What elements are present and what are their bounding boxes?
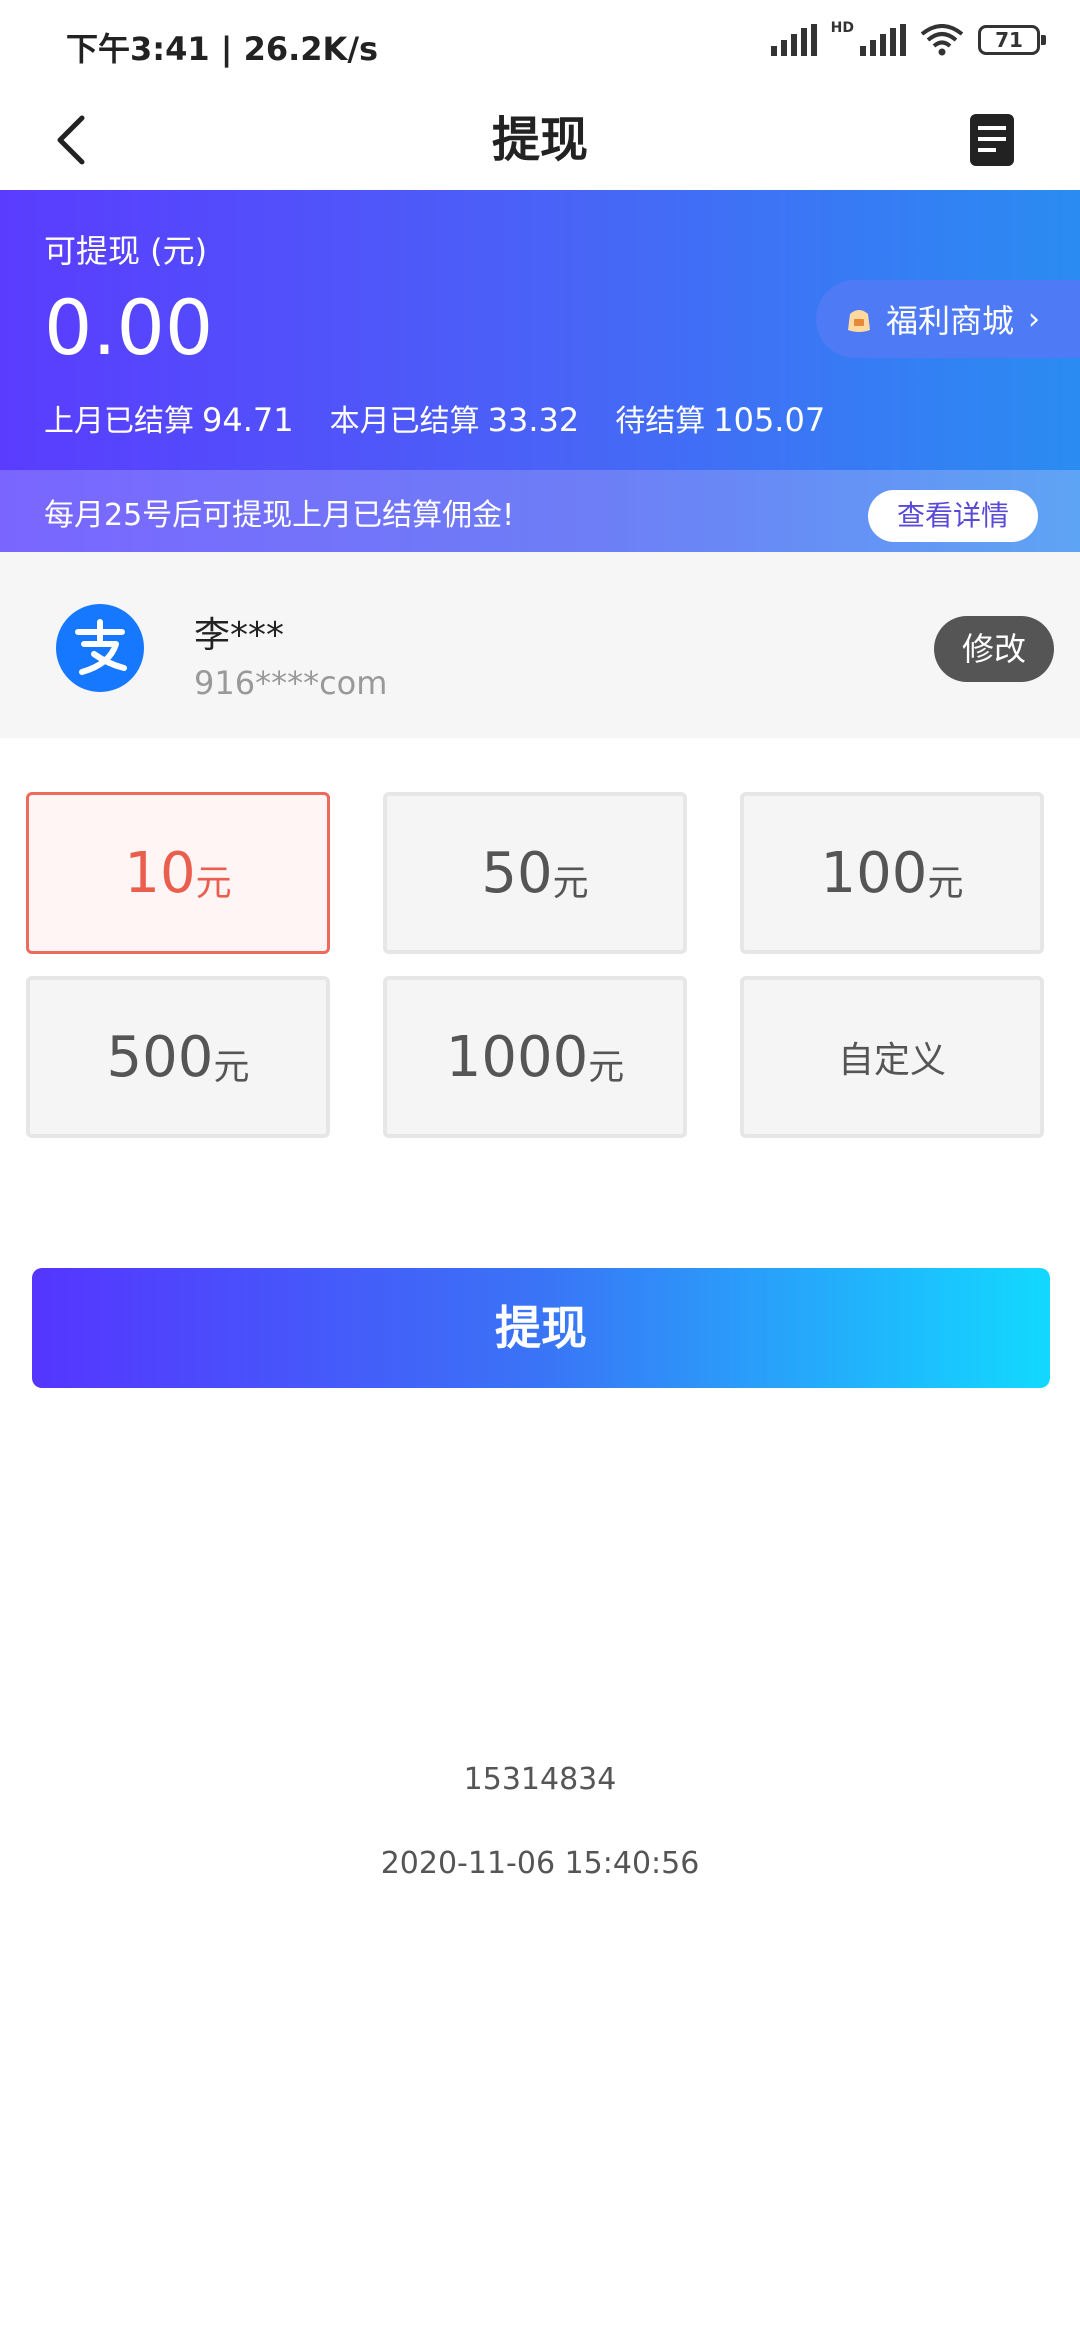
amount-unit: 元 [588,1047,625,1088]
stat-label: 本月已结算 [329,404,480,439]
view-details-button[interactable]: 查看详情 [868,490,1038,542]
stat-pending: 待结算 105.07 [615,396,825,440]
amount-options: 10 元 50 元 100 元 500 元 1000 元 自定义 [26,792,1044,1138]
battery-level: 71 [995,28,1023,52]
notice-bar: 每月25号后可提现上月已结算佣金! 查看详情 [0,470,1080,552]
stat-last-month: 上月已结算 94.71 [44,396,294,440]
stat-value: 33.32 [487,401,580,439]
back-chevron-icon[interactable] [46,110,106,170]
hd-label: HD [830,20,854,36]
wifi-icon [920,24,964,56]
notice-text: 每月25号后可提现上月已结算佣金! [44,498,515,533]
amount-option-100[interactable]: 100 元 [740,792,1044,954]
shopping-bag-icon [848,310,870,332]
balance-panel: 可提现 (元) 0.00 上月已结算 94.71 本月已结算 33.32 待结算 10… [0,190,1080,470]
footer-id: 15314834 [463,1762,617,1797]
mall-label: 福利商城 [886,302,1015,340]
account-card: 李*** 916****com 修改 [0,552,1080,738]
nav-bar: 提现 [0,90,1080,190]
amount-option-custom[interactable]: 自定义 [740,976,1044,1138]
battery-icon: 71 [978,25,1046,55]
amount-unit: 元 [927,863,964,904]
amount-value: 500 [106,1024,214,1090]
account-id: 916****com [194,664,388,702]
amount-value: 10 [124,840,196,906]
edit-account-button[interactable]: 修改 [934,616,1054,682]
stat-value: 105.07 [713,401,826,439]
stat-label: 待结算 [615,404,706,439]
amount-option-10[interactable]: 10 元 [26,792,330,954]
amount-option-50[interactable]: 50 元 [383,792,687,954]
page-title: 提现 [491,112,588,168]
footer-timestamp: 2020-11-06 15:40:56 [380,1846,700,1881]
amount-option-500[interactable]: 500 元 [26,976,330,1138]
stat-label: 上月已结算 [44,404,194,439]
status-bar: 下午3:41 | 26.2K/s HD 71 [0,0,1080,90]
signal-icon [770,24,817,56]
stat-this-month: 本月已结算 33.32 [330,396,580,440]
custom-amount-label: 自定义 [837,1040,946,1081]
welfare-mall-button[interactable]: 福利商城 › [816,280,1080,358]
withdraw-button[interactable]: 提现 [32,1268,1050,1388]
amount-unit: 元 [213,1047,250,1088]
stat-value: 94.71 [202,401,294,439]
amount-unit: 元 [552,863,589,904]
amount-option-1000[interactable]: 1000 元 [383,976,687,1138]
amount-value: 50 [481,840,553,906]
balance-label: 可提现 (元) [44,232,208,270]
document-list-icon[interactable] [966,112,1018,168]
status-time: 下午3:41 | 26.2K/s [66,30,379,68]
amount-value: 100 [820,840,928,906]
amount-value: 1000 [445,1024,589,1090]
balance-amount: 0.00 [44,283,214,372]
status-icons: HD 71 [770,20,1046,56]
alipay-icon [56,604,144,692]
settlement-stats: 上月已结算 94.71 本月已结算 33.32 待结算 105.07 [44,396,825,440]
signal-icon-2 [860,24,906,56]
account-name: 李*** [194,615,285,656]
chevron-right-icon: › [1028,301,1041,337]
amount-unit: 元 [195,863,232,904]
